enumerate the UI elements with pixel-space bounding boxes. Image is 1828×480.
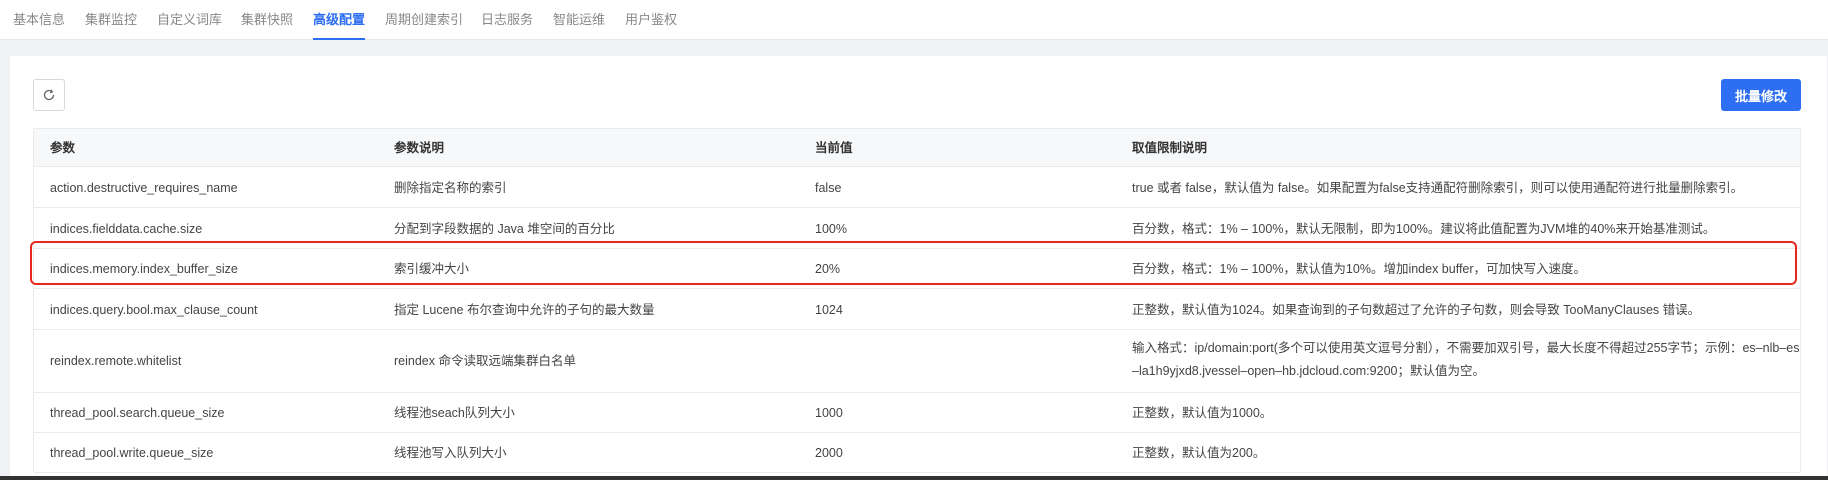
param-limit-continued: –la1h9yjxd8.jvessel–open–hb.jdcloud.com:… [1132, 364, 1485, 378]
refresh-button[interactable] [33, 79, 65, 111]
param-name: thread_pool.search.queue_size [50, 406, 225, 420]
param-name: thread_pool.write.queue_size [50, 446, 214, 460]
param-limit: true 或者 false，默认值为 false。如果配置为false支持通配符… [1132, 181, 1744, 195]
param-name: indices.query.bool.max_clause_count [50, 303, 258, 317]
tab-bar: 基本信息 集群监控 自定义词库 集群快照 高级配置 周期创建索引 日志服务 智能… [0, 0, 1828, 40]
param-name: reindex.remote.whitelist [50, 354, 182, 368]
tab-basic-info[interactable]: 基本信息 [13, 12, 65, 28]
param-value: 2000 [815, 446, 843, 460]
table-row: action.destructive_requires_name 删除指定名称的… [34, 168, 1800, 208]
table-row: indices.fielddata.cache.size 分配到字段数据的 Ja… [34, 209, 1800, 249]
param-desc: 线程池写入队列大小 [394, 446, 507, 460]
table-header: 参数 参数说明 当前值 取值限制说明 [34, 129, 1800, 167]
tab-periodic-index[interactable]: 周期创建索引 [385, 12, 463, 28]
param-limit: 百分数，格式：1% – 100%，默认无限制，即为100%。建议将此值配置为JV… [1132, 222, 1716, 236]
param-name: indices.fielddata.cache.size [50, 222, 203, 236]
header-value: 当前值 [815, 141, 853, 155]
table-row: indices.query.bool.max_clause_count 指定 L… [34, 290, 1800, 330]
param-desc: 指定 Lucene 布尔查询中允许的子句的最大数量 [394, 303, 655, 317]
param-name: action.destructive_requires_name [50, 181, 238, 195]
header-desc: 参数说明 [394, 141, 445, 155]
config-panel: 批量修改 参数 参数说明 当前值 取值限制说明 action.destructi… [10, 56, 1827, 480]
param-value: 20% [815, 262, 841, 276]
param-limit: 输入格式：ip/domain:port(多个可以使用英文逗号分割），不需要加双引… [1132, 341, 1800, 355]
header-limit: 取值限制说明 [1132, 141, 1208, 155]
param-limit: 百分数，格式：1% – 100%，默认值为10%。增加index buffer，… [1132, 262, 1587, 276]
header-param: 参数 [50, 141, 76, 155]
param-limit: 正整数，默认值为1024。如果查询到的子句数超过了允许的子句数，则会导致 Too… [1132, 303, 1701, 317]
tab-custom-dictionary[interactable]: 自定义词库 [157, 12, 222, 28]
param-value: 1000 [815, 406, 843, 420]
table-row: thread_pool.write.queue_size 线程池写入队列大小 2… [34, 433, 1800, 473]
config-table: 参数 参数说明 当前值 取值限制说明 action.destructive_re… [33, 128, 1801, 473]
tab-log-service[interactable]: 日志服务 [481, 12, 533, 28]
param-desc: reindex 命令读取远端集群白名单 [394, 354, 576, 368]
param-name: indices.memory.index_buffer_size [50, 262, 238, 276]
tab-user-auth[interactable]: 用户鉴权 [625, 12, 677, 28]
param-value: 100% [815, 222, 847, 236]
tab-advanced-config[interactable]: 高级配置 [313, 12, 366, 40]
param-value: 1024 [815, 303, 843, 317]
param-limit: 正整数，默认值为1000。 [1132, 406, 1273, 420]
table-row: reindex.remote.whitelist reindex 命令读取远端集… [34, 330, 1800, 393]
table-row: indices.memory.index_buffer_size 索引缓冲大小 … [34, 249, 1800, 289]
param-desc: 线程池seach队列大小 [394, 406, 515, 420]
refresh-icon [43, 89, 55, 101]
param-value: false [815, 181, 842, 195]
batch-edit-button[interactable]: 批量修改 [1721, 79, 1801, 111]
param-limit: 正整数，默认值为200。 [1132, 446, 1266, 460]
param-desc: 删除指定名称的索引 [394, 181, 507, 195]
param-desc: 索引缓冲大小 [394, 262, 470, 276]
tab-cluster-snapshot[interactable]: 集群快照 [241, 12, 293, 28]
tab-cluster-monitor[interactable]: 集群监控 [85, 12, 137, 28]
param-desc: 分配到字段数据的 Java 堆空间的百分比 [394, 222, 615, 236]
bottom-border [0, 476, 1828, 480]
tab-smart-ops[interactable]: 智能运维 [553, 12, 605, 28]
table-row: thread_pool.search.queue_size 线程池seach队列… [34, 393, 1800, 433]
